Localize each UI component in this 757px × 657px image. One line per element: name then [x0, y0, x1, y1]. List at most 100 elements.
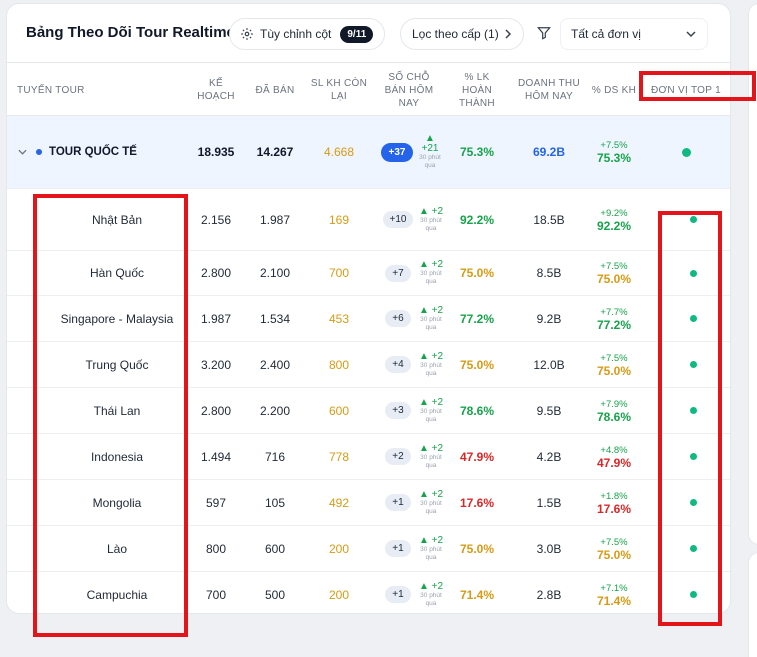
completion-cell: 75.0%	[459, 357, 495, 372]
ds-delta: +7.5%	[600, 536, 628, 548]
trend-up-icon: ▲ +2	[418, 488, 444, 500]
trend-up-icon: ▲ +2	[418, 442, 444, 454]
sold-cell: 600	[264, 541, 286, 556]
top-unit-cell[interactable]	[644, 296, 730, 341]
table-row[interactable]: Mongolia 597 105 492 +1 ▲ +2 30 phút qua 17.6% 1…	[7, 480, 730, 526]
today-pill-cell: +6	[381, 296, 415, 341]
today-delta: +2	[431, 580, 444, 592]
ds-pct: 75.0%	[596, 547, 632, 562]
columns-count-badge: 9/11	[340, 25, 374, 43]
ds-cell: +9.2% 92.2%	[587, 189, 641, 250]
today-sub: 30 phút qua	[420, 315, 442, 331]
total-row[interactable]: TOUR QUỐC TẾ 18.935 14.267 4.668 +37 ▲ +…	[7, 116, 730, 189]
today-pill: +10	[382, 211, 414, 228]
col-route[interactable]: TUYẾN TOUR	[17, 63, 137, 117]
table-row[interactable]: Nhật Bản 2.156 1.987 169 +10 ▲ +2 30 phút qua 9…	[7, 189, 730, 251]
status-dot-icon	[689, 216, 697, 223]
sold-cell: 716	[264, 449, 286, 464]
top-unit-cell[interactable]	[644, 526, 730, 571]
today-sub: 30 phút qua	[420, 361, 442, 377]
today-pill-cell: +7	[381, 251, 415, 295]
ds-delta: +1.8%	[600, 490, 628, 502]
today-trend: ▲ +2 30 phút qua	[417, 342, 445, 387]
total-today-pill-cell: +37	[379, 116, 415, 188]
trend-up-icon: ▲ +2	[418, 396, 444, 408]
ds-cell: +7.5% 75.0%	[587, 342, 641, 387]
status-dot-icon	[689, 361, 697, 368]
table-row[interactable]: Lào 800 600 200 +1 ▲ +2 30 phút qua 75.0% 3.0B +7…	[7, 526, 730, 572]
top-unit-cell[interactable]	[644, 480, 730, 525]
col-today[interactable]: SỐ CHỖ BÁN HÔM NAY	[379, 63, 439, 117]
customize-columns-button[interactable]: Tùy chỉnh cột 9/11	[229, 18, 385, 50]
chevron-down-icon[interactable]	[18, 149, 27, 155]
status-dot-icon	[689, 545, 697, 552]
unit-select[interactable]: Tất cả đơn vị	[560, 18, 708, 50]
top-unit-cell[interactable]	[644, 342, 730, 387]
plan-cell: 1.494	[200, 449, 232, 464]
today-sub: 30 phút qua	[420, 499, 442, 515]
chevron-down-icon	[686, 31, 696, 38]
ds-cell: +1.8% 17.6%	[587, 480, 641, 525]
today-pill-cell: +1	[381, 526, 415, 571]
ds-delta: +7.9%	[600, 398, 628, 410]
plan-cell: 2.156	[200, 212, 232, 227]
sold-cell: 2.100	[259, 266, 291, 280]
top-unit-cell[interactable]	[644, 572, 730, 613]
col-revenue[interactable]: DOANH THU HÔM NAY	[515, 63, 583, 117]
col-ds[interactable]: % DS KH	[587, 63, 641, 117]
remaining-cell: 200	[328, 587, 350, 602]
table-row[interactable]: Indonesia 1.494 716 778 +2 ▲ +2 30 phút qua 47.…	[7, 434, 730, 480]
completion-cell: 17.6%	[459, 495, 495, 510]
ds-delta: +4.8%	[600, 444, 628, 456]
today-delta: +2	[431, 350, 444, 362]
top-unit-cell[interactable]	[644, 251, 730, 295]
col-top-unit[interactable]: ĐƠN VỊ TOP 1	[644, 63, 728, 117]
total-today-trend: ▲ +21 30 phút qua	[415, 116, 445, 188]
ds-pct: 17.6%	[596, 501, 632, 516]
total-top-unit[interactable]	[644, 116, 728, 188]
plan-cell: 1.987	[200, 311, 232, 326]
today-pill-cell: +10	[381, 189, 415, 250]
toolbar: Bảng Theo Dõi Tour Realtime Tùy chỉnh cộ…	[7, 4, 730, 62]
col-sold[interactable]: ĐÃ BÁN	[248, 63, 302, 117]
ds-cell: +7.9% 78.6%	[587, 388, 641, 433]
level-filter-button[interactable]: Lọc theo cấp (1)	[400, 18, 524, 50]
table-row[interactable]: Hàn Quốc 2.800 2.100 700 +7 ▲ +2 30 phút qua 75…	[7, 251, 730, 296]
top-unit-cell[interactable]	[644, 434, 730, 479]
ds-delta: +9.2%	[600, 207, 628, 219]
col-remaining[interactable]: SL KH CÒN LẠI	[306, 63, 372, 117]
table-row[interactable]: Thái Lan 2.800 2.200 600 +3 ▲ +2 30 phút qua 78…	[7, 388, 730, 434]
table-row[interactable]: Campuchia 700 500 200 +1 ▲ +2 30 phút qua 71.4%…	[7, 572, 730, 613]
ds-pct: 75.0%	[596, 363, 632, 378]
today-trend: ▲ +2 30 phút qua	[417, 480, 445, 525]
route-name: Mongolia	[92, 495, 142, 510]
plan-cell: 2.800	[200, 403, 232, 418]
route-name: Indonesia	[90, 449, 144, 464]
top-unit-cell[interactable]	[644, 189, 730, 250]
table-row[interactable]: Trung Quốc 3.200 2.400 800 +4 ▲ +2 30 phút qua…	[7, 342, 730, 388]
top-unit-cell[interactable]	[644, 388, 730, 433]
col-plan[interactable]: KẾ HOẠCH	[190, 63, 242, 117]
today-pill-cell: +1	[381, 572, 415, 613]
chevron-right-icon	[505, 29, 512, 39]
trend-up-icon: ▲ +2	[418, 259, 444, 270]
today-sub: 30 phút qua	[420, 407, 442, 423]
table-row[interactable]: Singapore - Malaysia 1.987 1.534 453 +6 ▲ +2 3…	[7, 296, 730, 342]
today-pill: +1	[385, 494, 411, 511]
col-completion[interactable]: % LK HOÀN THÀNH	[449, 63, 505, 117]
completion-cell: 71.4%	[459, 587, 495, 602]
plan-cell: 800	[205, 541, 227, 556]
tour-tracking-card: Bảng Theo Dõi Tour Realtime Tùy chỉnh cộ…	[7, 4, 730, 613]
trend-up-icon: ▲ +2	[418, 350, 444, 362]
revenue-cell: 9.2B	[536, 311, 562, 326]
completion-cell: 75.0%	[459, 541, 495, 556]
ds-pct: 77.2%	[596, 317, 632, 332]
sold-cell: 1.534	[259, 311, 291, 326]
total-today-pill: +37	[380, 142, 414, 162]
today-delta: +2	[431, 442, 444, 454]
route-name: Nhật Bản	[91, 212, 143, 227]
today-delta: +2	[431, 205, 444, 217]
today-pill-cell: +1	[381, 480, 415, 525]
today-delta: +2	[431, 488, 444, 500]
today-pill: +3	[385, 402, 411, 419]
